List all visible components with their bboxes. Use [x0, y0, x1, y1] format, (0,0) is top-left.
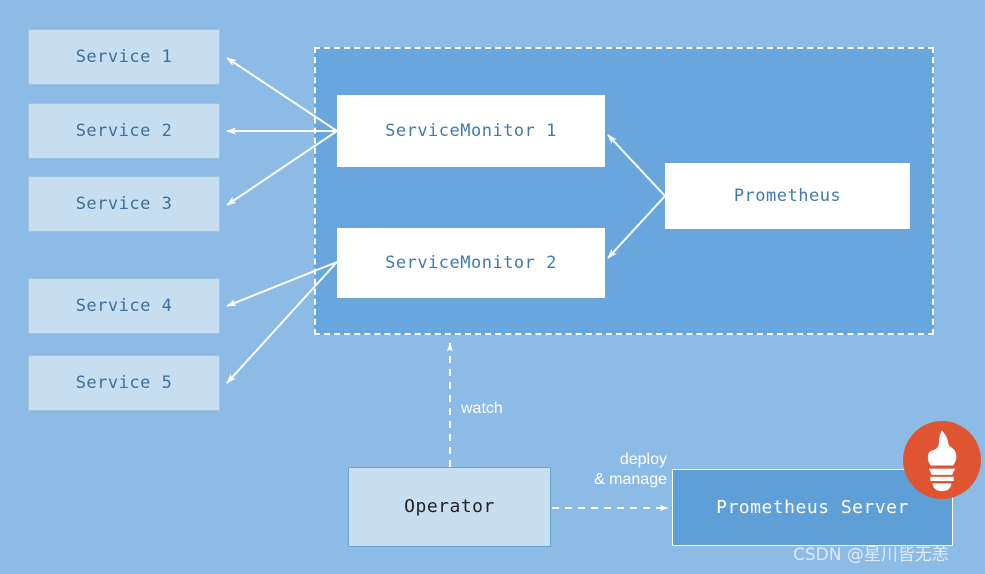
- service-label: Service 2: [75, 120, 173, 141]
- servicemonitor-label: ServiceMonitor 2: [385, 252, 557, 273]
- service-box-2[interactable]: Service 2: [28, 103, 220, 159]
- service-label: Service 3: [75, 193, 173, 214]
- service-box-3[interactable]: Service 3: [28, 176, 220, 232]
- edge-label-deploy-manage: deploy & manage: [594, 451, 667, 488]
- service-box-1[interactable]: Service 1: [28, 29, 220, 85]
- prometheus-box[interactable]: Prometheus: [665, 163, 910, 229]
- prometheus-server-label: Prometheus Server: [716, 496, 909, 518]
- edge-label-watch: watch: [461, 400, 503, 417]
- service-label: Service 5: [75, 372, 173, 393]
- servicemonitor-box-1[interactable]: ServiceMonitor 1: [337, 95, 605, 167]
- service-label: Service 1: [75, 46, 173, 67]
- operator-label: Operator: [404, 496, 495, 518]
- service-label: Service 4: [75, 295, 173, 316]
- service-box-5[interactable]: Service 5: [28, 355, 220, 411]
- csdn-watermark: CSDN @星川皆无恙: [793, 545, 949, 565]
- diagram-canvas: Service 1 Service 2 Service 3 Service 4 …: [0, 0, 985, 574]
- prometheus-label: Prometheus: [733, 185, 842, 206]
- servicemonitor-label: ServiceMonitor 1: [385, 120, 557, 141]
- prometheus-logo-icon: [903, 421, 981, 499]
- operator-box[interactable]: Operator: [348, 467, 551, 547]
- service-box-4[interactable]: Service 4: [28, 278, 220, 334]
- servicemonitor-box-2[interactable]: ServiceMonitor 2: [337, 228, 605, 298]
